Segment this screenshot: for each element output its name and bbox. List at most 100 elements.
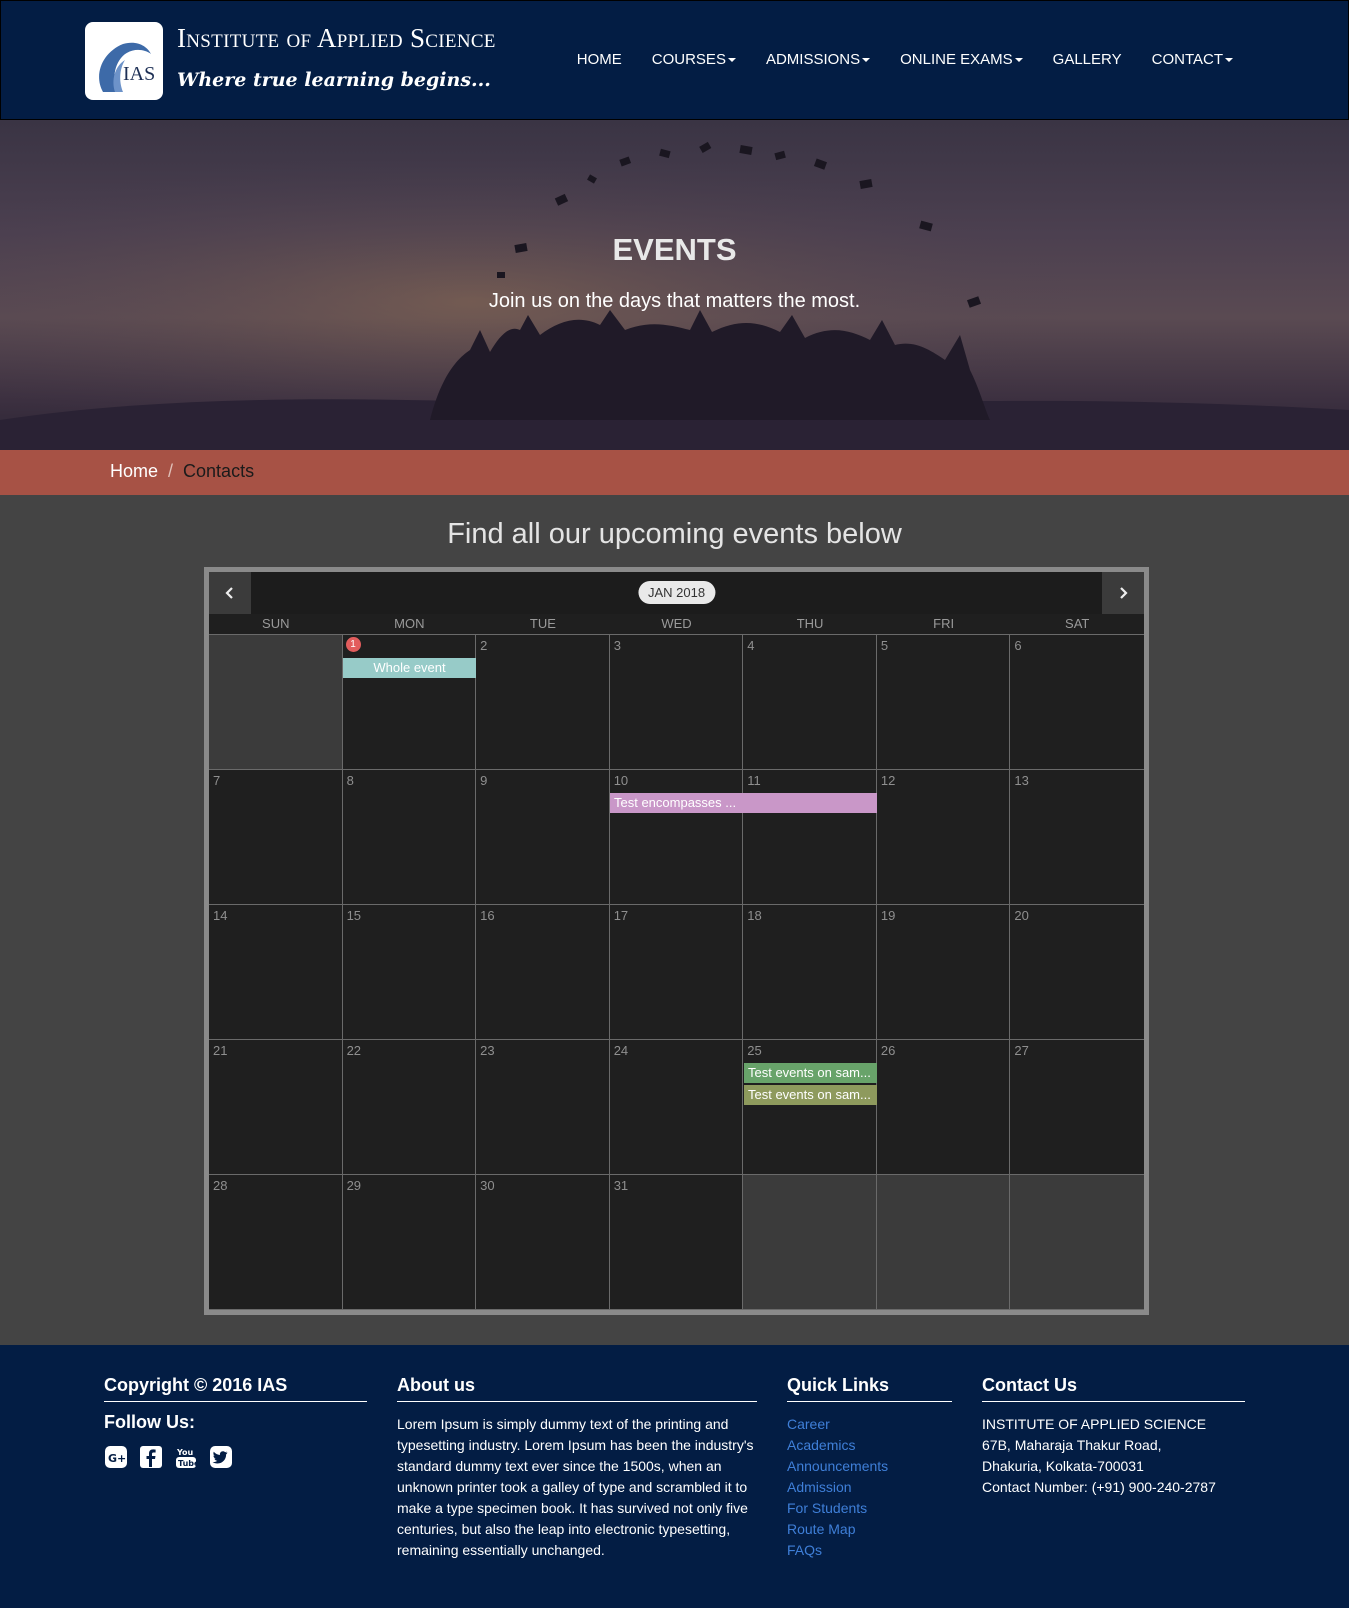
current-month-label[interactable]: JAN 2018 (637, 581, 716, 604)
nav-home[interactable]: HOME (562, 51, 637, 68)
facebook-icon[interactable] (139, 1445, 163, 1469)
contact-line: INSTITUTE OF APPLIED SCIENCE (982, 1416, 1207, 1432)
link-admission[interactable]: Admission (787, 1477, 952, 1498)
google-plus-icon[interactable]: G+ (104, 1445, 128, 1469)
breadcrumb-home-link[interactable]: Home (110, 461, 158, 481)
calendar-day-cell[interactable]: 9 (476, 770, 610, 905)
hero-title: EVENTS (612, 232, 737, 267)
calendar-day-cell[interactable]: 5 (876, 635, 1011, 770)
calendar-day-cell[interactable]: 10 (609, 770, 744, 905)
calendar-day-cell[interactable]: 23 (476, 1040, 610, 1175)
calendar-day-cell[interactable]: 3 (609, 635, 744, 770)
breadcrumb-separator: / (168, 461, 174, 481)
section-title: Find all our upcoming events below (447, 518, 902, 550)
calendar-day-cell[interactable]: 18 (743, 905, 877, 1040)
calendar-day-cell[interactable]: 25 (743, 1040, 877, 1175)
svg-text:Tube: Tube (178, 1459, 198, 1468)
calendar-day-cell[interactable]: 24 (609, 1040, 744, 1175)
contact-line: 67B, Maharaja Thakur Road, (982, 1437, 1162, 1453)
calendar-cell-empty (876, 1175, 1011, 1310)
day-number: 24 (613, 1043, 629, 1058)
link-announcements[interactable]: Announcements (787, 1456, 952, 1477)
day-number: 3 (613, 638, 621, 653)
nav-gallery[interactable]: GALLERY (1038, 51, 1137, 68)
calendar-day-cell[interactable]: 13 (1010, 770, 1144, 905)
calendar-day-cell[interactable]: 15 (342, 905, 477, 1040)
navbar: IAS Institute of Applied Science Where t… (0, 0, 1349, 120)
calendar-day-cell[interactable]: 19 (876, 905, 1011, 1040)
day-number: 27 (1014, 1043, 1029, 1058)
hero-banner: EVENTS Join us on the days that matters … (0, 120, 1349, 450)
calendar-day-cell[interactable]: 12 (876, 770, 1011, 905)
event-whole-event[interactable]: Whole event (343, 658, 476, 678)
caret-down-icon (727, 58, 736, 63)
link-for-students[interactable]: For Students (787, 1498, 952, 1519)
weekday-label: SAT (1065, 616, 1090, 631)
calendar-day-cell[interactable]: 28 (209, 1175, 343, 1310)
quick-links-heading: Quick Links (787, 1375, 952, 1402)
nav-admissions[interactable]: ADMISSIONS (751, 51, 885, 68)
day-number: 11 (747, 773, 761, 788)
prev-month-button[interactable] (209, 572, 251, 614)
day-number: 2 (480, 638, 488, 653)
calendar-day-cell[interactable]: 22 (342, 1040, 477, 1175)
calendar-day-cell[interactable]: 31 (609, 1175, 744, 1310)
calendar-day-cell[interactable]: 27 (1010, 1040, 1144, 1175)
event-test-encompasses[interactable]: Test encompasses ... (610, 793, 877, 813)
day-number: 6 (1014, 638, 1022, 653)
day-number: 13 (1014, 773, 1029, 788)
day-number: 5 (880, 638, 889, 653)
calendar-day-cell[interactable]: 8 (342, 770, 477, 905)
next-month-button[interactable] (1102, 572, 1144, 614)
calendar-day-cell[interactable]: 4 (743, 635, 877, 770)
calendar-day-cell[interactable]: 20 (1010, 905, 1144, 1040)
calendar-day-cell[interactable]: 2 (476, 635, 610, 770)
events-calendar: JAN 2018 SUN MON TUE WED THU FRI SAT 123… (204, 567, 1149, 1315)
footer: Copyright © 2016 IAS Follow Us: G+ You Tu… (0, 1345, 1349, 1608)
weekday-label: WED (661, 616, 692, 631)
day-number: 23 (480, 1043, 495, 1058)
weekday-label: MON (394, 616, 425, 631)
ias-logo[interactable]: IAS (85, 22, 163, 100)
youtube-icon[interactable]: You Tube (174, 1445, 200, 1469)
nav-online-exams[interactable]: ONLINE EXAMS (885, 51, 1038, 68)
day-number: 9 (480, 773, 488, 788)
calendar-day-cell[interactable]: 14 (209, 905, 343, 1040)
calendar-day-cell[interactable]: 11 (743, 770, 877, 905)
follow-us-heading: Follow Us: (104, 1412, 195, 1432)
footer-about-column: About us Lorem Ipsum is simply dummy tex… (397, 1375, 757, 1561)
calendar-cell-empty (1010, 1175, 1144, 1310)
link-faqs[interactable]: FAQs (787, 1540, 952, 1561)
day-number: 20 (1014, 908, 1029, 923)
nav-contact[interactable]: CONTACT (1137, 51, 1248, 68)
link-academics[interactable]: Academics (787, 1435, 952, 1456)
calendar-day-cell[interactable]: 6 (1010, 635, 1144, 770)
calendar-day-cell[interactable]: 21 (209, 1040, 343, 1175)
calendar-day-cell[interactable]: 7 (209, 770, 343, 905)
weekday-label: THU (796, 616, 824, 631)
twitter-icon[interactable] (209, 1445, 233, 1469)
link-route-map[interactable]: Route Map (787, 1519, 952, 1540)
day-number: 28 (213, 1178, 228, 1193)
nav-courses[interactable]: COURSES (637, 51, 751, 68)
calendar-day-cell[interactable]: 30 (476, 1175, 610, 1310)
calendar-day-cell[interactable]: 17 (609, 905, 744, 1040)
link-career[interactable]: Career (787, 1414, 952, 1435)
social-links: G+ You Tube (104, 1445, 367, 1469)
caret-down-icon (1014, 58, 1023, 63)
calendar-day-cell[interactable]: 1 (342, 635, 477, 770)
calendar-day-cell[interactable]: 16 (476, 905, 610, 1040)
event-test-same-day-1[interactable]: Test events on sam... (744, 1063, 877, 1083)
contact-phone: Contact Number: (+91) 900-240-2787 (982, 1479, 1216, 1495)
day-number: 12 (880, 773, 896, 788)
day-number: 16 (480, 908, 495, 923)
calendar-day-cell[interactable]: 26 (876, 1040, 1011, 1175)
ias-logo-icon: IAS (99, 42, 155, 92)
calendar-cell-empty (209, 635, 343, 770)
svg-text:IAS: IAS (123, 63, 155, 85)
footer-copyright-column: Copyright © 2016 IAS Follow Us: G+ You Tu… (104, 1375, 367, 1469)
event-test-same-day-2[interactable]: Test events on sam... (744, 1085, 877, 1105)
graduation-silhouette-image (0, 120, 1349, 450)
calendar-day-cell[interactable]: 29 (342, 1175, 477, 1310)
day-number: 21 (213, 1043, 228, 1058)
